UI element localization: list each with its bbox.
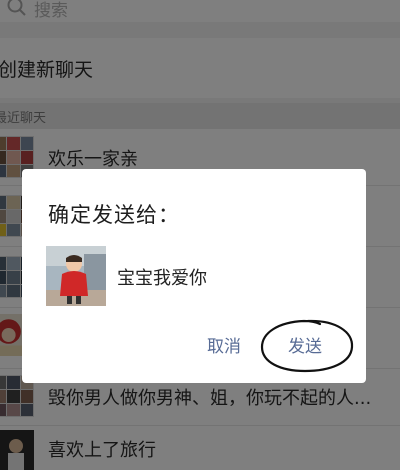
recipient-avatar <box>46 246 106 306</box>
cancel-button[interactable]: 取消 <box>207 332 241 357</box>
annotation-circle <box>260 319 354 373</box>
recipient-name: 宝宝我爱你 <box>117 268 207 289</box>
dialog-title: 确定发送给： <box>48 203 180 227</box>
screen: 搜索 创建新聊天 最近聊天 欢乐一家亲 <box>0 0 400 470</box>
